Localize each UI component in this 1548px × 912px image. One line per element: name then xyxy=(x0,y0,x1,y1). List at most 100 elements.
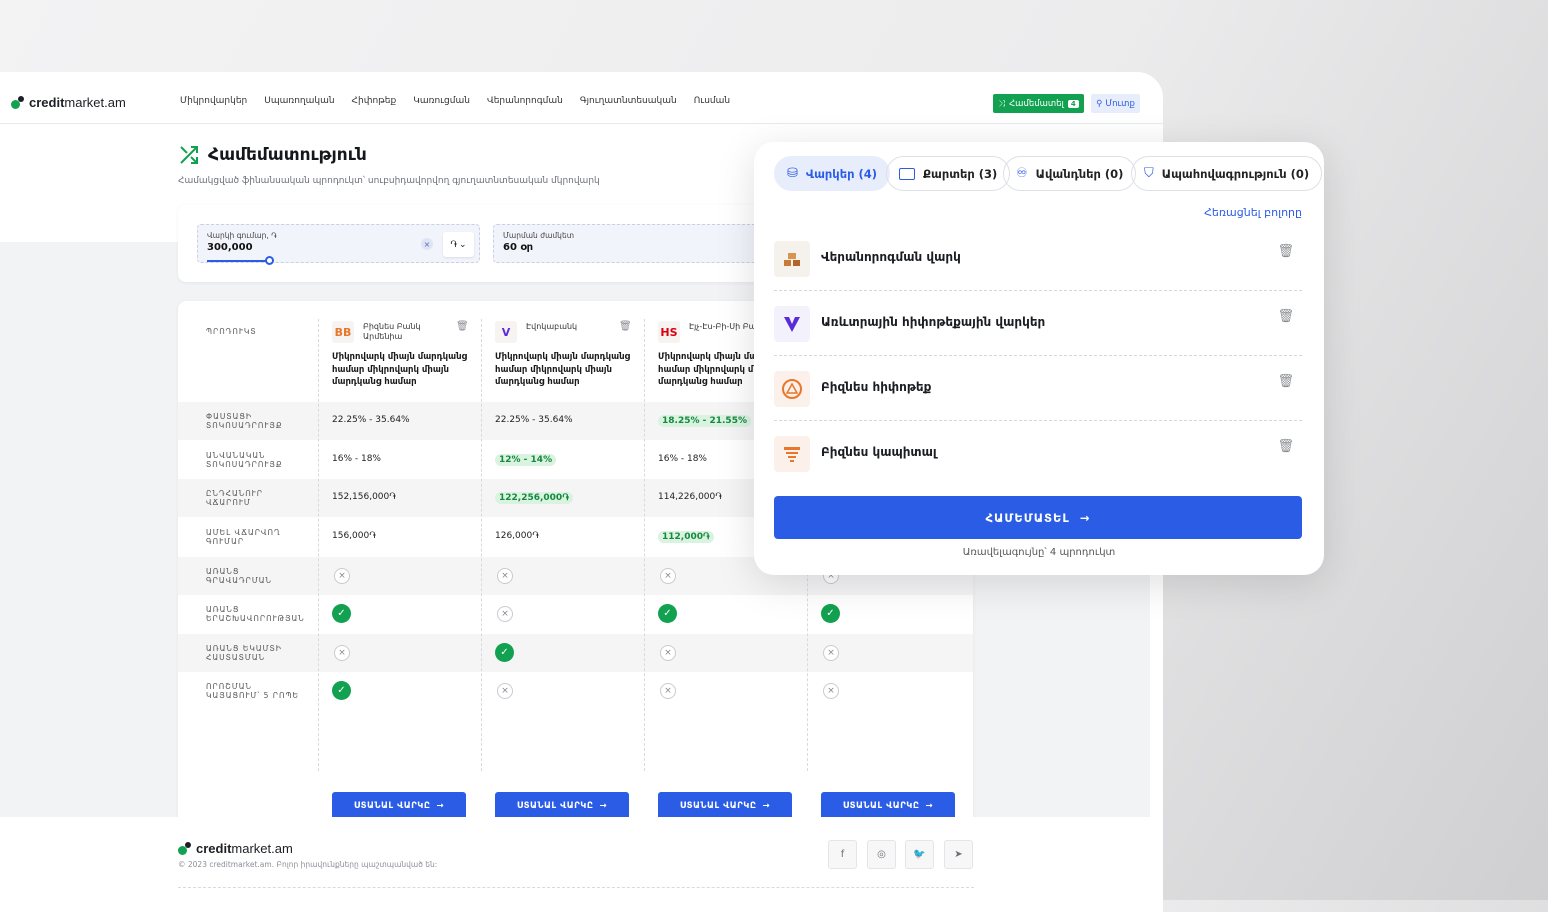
list-item: Բիզնես հիփոթեք 🗑 xyxy=(774,357,1302,421)
total-value: 152,156,000֏ xyxy=(332,492,396,502)
nav-link[interactable]: Գյուղատնտեսական xyxy=(580,96,677,106)
bank-logo-icon: V xyxy=(495,321,517,343)
nav-link[interactable]: Միկրովարկեր xyxy=(180,96,247,106)
cross-icon: × xyxy=(660,568,676,584)
amount-slider-handle[interactable] xyxy=(265,256,274,265)
nav-link[interactable]: Վերանորոգման xyxy=(487,96,563,106)
cross-icon: × xyxy=(823,645,839,661)
cross-icon: × xyxy=(497,568,513,584)
twitter-icon[interactable]: 🐦 xyxy=(905,840,934,869)
footer-logo[interactable]: credit market.am xyxy=(178,841,293,856)
business-capital-icon xyxy=(774,436,810,472)
total-value: 114,226,000֏ xyxy=(658,492,722,502)
footer-divider xyxy=(178,887,974,888)
arrow-right-icon: → xyxy=(1079,510,1091,525)
column-divider xyxy=(481,319,482,771)
coins-icon: ⛁ xyxy=(787,166,798,181)
trash-icon[interactable]: 🗑 xyxy=(619,321,632,332)
compare-arrows-icon xyxy=(180,146,198,164)
trash-icon[interactable]: 🗑 xyxy=(1277,244,1294,259)
list-item: Առևտրային հիփոթեքային վարկեր 🗑 xyxy=(774,292,1302,356)
bank-logo-text: HS xyxy=(660,325,678,339)
nav-link[interactable]: Հիփոթեք xyxy=(352,96,397,106)
overpay-value: 112,000֏ xyxy=(658,531,714,543)
check-icon: ✓ xyxy=(332,604,351,623)
divider xyxy=(774,290,1302,291)
site-logo[interactable]: credit market.am xyxy=(11,95,126,110)
clear-icon[interactable]: × xyxy=(421,238,433,250)
compare-button-label: Համեմատել xyxy=(1009,98,1064,109)
overpay-value: 126,000֏ xyxy=(495,531,539,541)
row-label: ԱՌԱՆՑ ԳՐԱՎԱԴՐՄԱՆ xyxy=(206,567,273,585)
amount-value[interactable]: 300,000 xyxy=(207,242,253,253)
trash-icon[interactable]: 🗑 xyxy=(1277,374,1294,389)
page-subtitle: Համակցված ֆինանսական պրոդուկտ՝ սուբսիդավ… xyxy=(178,176,600,186)
get-loan-button[interactable]: ՍՏԱՆԱԼ ՎԱՐԿԸ → xyxy=(495,792,629,820)
user-icon: ⚲ xyxy=(1096,98,1103,109)
get-loan-label: ՍՏԱՆԱԼ ՎԱՐԿԸ xyxy=(353,801,431,811)
term-field[interactable]: Մարման ժամկետ 60 օր xyxy=(493,224,763,263)
get-loan-button[interactable]: ՍՏԱՆԱԼ ՎԱՐԿԸ → xyxy=(821,792,955,820)
row-label: ՓԱՍՏԱՑԻ ՏՈԿՈՍԱԴՐՈՒՅՔ xyxy=(206,412,283,430)
nav-link[interactable]: Սպառողական xyxy=(264,96,334,106)
logo-mark-icon xyxy=(178,841,194,856)
table-row xyxy=(178,634,973,672)
clear-all-link[interactable]: Հեռացնել բոլորը xyxy=(1204,206,1302,219)
nav-link[interactable]: Կառուցման xyxy=(413,96,470,106)
get-loan-button[interactable]: ՍՏԱՆԱԼ ՎԱՐԿԸ → xyxy=(332,792,466,820)
login-button[interactable]: ⚲ Մուտք xyxy=(1091,94,1140,113)
cross-icon: × xyxy=(660,683,676,699)
trash-icon[interactable]: 🗑 xyxy=(456,321,469,332)
copyright-text: © 2023 creditmarket.am. Բոլոր իրավունքնե… xyxy=(178,860,438,869)
tab-loans[interactable]: ⛁ Վարկեր (4) xyxy=(774,156,890,191)
business-mortgage-icon xyxy=(774,371,810,407)
facebook-icon[interactable]: f xyxy=(828,840,857,869)
currency-value: ֏ xyxy=(450,239,458,250)
footer: credit market.am © 2023 creditmarket.am. … xyxy=(0,817,1163,912)
amount-field[interactable]: Վարկի գումար, ֏ 300,000 × ֏ ⌄ xyxy=(197,224,480,265)
cross-icon: × xyxy=(334,645,350,661)
page-title-text: Համեմատություն xyxy=(208,145,367,165)
telegram-icon[interactable]: ➤ xyxy=(944,840,973,869)
row-label: ԱՌԱՆՑ ԵԿԱՄՏԻ ՀԱՍՏԱՏՄԱՆ xyxy=(206,644,282,662)
nav-link[interactable]: Ուսման xyxy=(694,96,730,106)
nominal-value: 16% - 18% xyxy=(658,454,707,464)
login-label: Մուտք xyxy=(1105,98,1135,109)
tab-insurance[interactable]: ⛉ Ապահովագրություն (0) xyxy=(1131,156,1323,191)
get-loan-label: ՍՏԱՆԱԼ ՎԱՐԿԸ xyxy=(516,801,594,811)
cross-icon: × xyxy=(823,683,839,699)
list-item: Վերանորոգման վարկ 🗑 xyxy=(774,227,1302,291)
currency-select[interactable]: ֏ ⌄ xyxy=(443,232,474,257)
amount-slider-track[interactable] xyxy=(207,260,270,262)
piggy-bank-icon: ♾ xyxy=(1016,166,1028,181)
instagram-icon[interactable]: ◎ xyxy=(867,840,896,869)
row-label: ԱՄԵԼ ՎՃԱՐՎՈՂ ԳՈՒՄԱՐ xyxy=(206,528,281,546)
arrow-right-icon: → xyxy=(599,801,608,811)
total-value: 122,256,000֏ xyxy=(495,492,573,504)
row-label: ԱՆՎԱՆԱԿԱՆ ՏՈԿՈՍԱԴՐՈՒՅՔ xyxy=(206,451,283,469)
bank-name: Էյչ-Էս-Բի-Սի Բա xyxy=(689,322,757,331)
logo-bold-text: credit xyxy=(29,95,65,110)
compare-button[interactable]: ⤨ Համեմատել 4 xyxy=(993,94,1084,113)
arrow-right-icon: → xyxy=(762,801,771,811)
trash-icon[interactable]: 🗑 xyxy=(1277,309,1294,324)
bank-name: Բիզնես Բանկ Արմենիա xyxy=(363,322,421,341)
term-value[interactable]: 60 օր xyxy=(503,242,533,253)
main-menu: Միկրովարկեր Սպառողական Հիփոթեք Կառուցման… xyxy=(180,96,730,106)
item-name: Առևտրային հիփոթեքային վարկեր xyxy=(821,315,1046,329)
bank-logo-icon: HS xyxy=(658,321,680,343)
tab-deposits[interactable]: ♾ Ավանդներ (0) xyxy=(1003,156,1137,191)
renovation-loan-icon xyxy=(774,241,810,277)
get-loan-button[interactable]: ՍՏԱՆԱԼ ՎԱՐԿԸ → xyxy=(658,792,792,820)
effective-value: 22.25% - 35.64% xyxy=(332,415,410,425)
amount-label: Վարկի գումար, ֏ xyxy=(207,231,277,240)
check-icon: ✓ xyxy=(495,643,514,662)
tab-cards[interactable]: Քարտեր (3) xyxy=(886,156,1011,191)
check-icon: ✓ xyxy=(332,681,351,700)
trash-icon[interactable]: 🗑 xyxy=(1277,439,1294,454)
row-label: ԸՆԴՀԱՆՈՒՐ ՎՃԱՐՈՒՄ xyxy=(206,489,263,507)
tab-label: Վարկեր (4) xyxy=(805,166,877,181)
column-divider xyxy=(644,319,645,771)
compare-submit-button[interactable]: ՀԱՄԵՄԱՏԵԼ → xyxy=(774,496,1302,539)
item-name: Բիզնես կապիտալ xyxy=(821,445,937,459)
